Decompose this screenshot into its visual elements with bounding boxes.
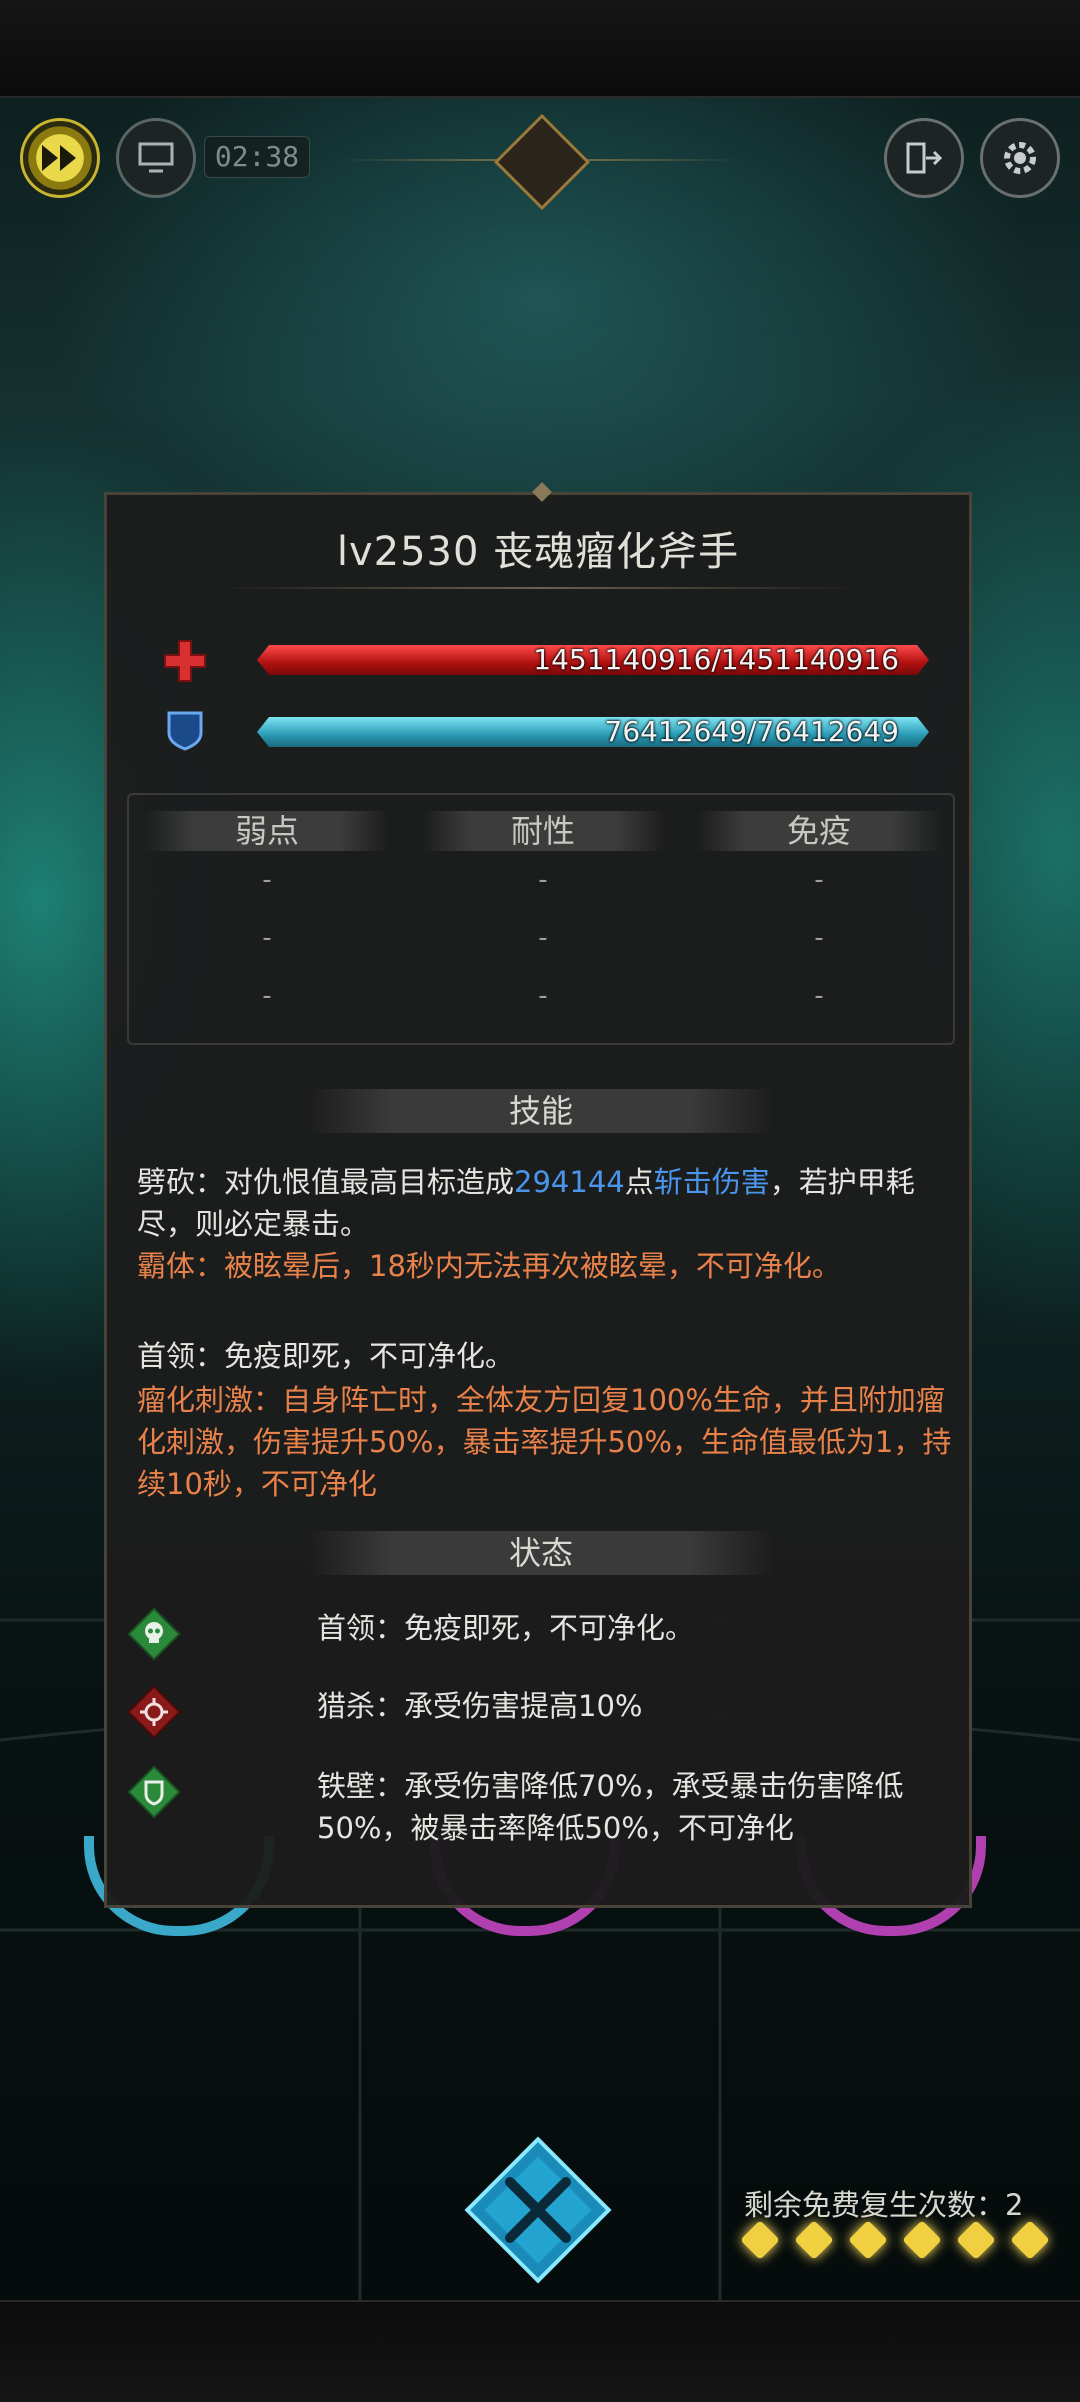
settings-button[interactable] [980,118,1060,198]
energy-dot [740,2220,780,2260]
energy-dot [902,2220,942,2260]
resistance-header: 弱点 [145,811,389,851]
status-text: 铁壁：承受伤害降低70%，承受暴击伤害降低50%，被暴击率降低50%，不可净化 [317,1769,904,1845]
battle-timer: 02:38 [204,136,310,178]
top-frame [0,0,1080,98]
enemy-info-panel: lv2530 丧魂瘤化斧手 1451140916/1451140916 7641… [104,482,972,1908]
skills-header: 技能 [307,1089,775,1133]
skill-damage-number: 294144 [514,1165,625,1199]
skill-tumor-stimulus: 瘤化刺激：自身阵亡时，全体友方回复100%生命，并且附加瘤化刺激，伤害提升50%… [137,1383,952,1501]
fast-forward-button[interactable] [20,118,100,198]
emblem-divider [340,159,500,161]
free-revive-count: 剩余免费复生次数：2 [744,2188,1024,2222]
skill-cleave-mid: 点 [624,1165,654,1199]
energy-dot [794,2220,834,2260]
hp-value: 1451140916/1451140916 [533,643,899,676]
resistance-table: 弱点 - - - 耐性 - - - 免疫 - - - [127,793,955,1045]
skill-superarmor: 霸体：被眩晕后，18秒内无法再次被眩晕，不可净化。 [137,1249,841,1283]
energy-dot [848,2220,888,2260]
resistance-value: - [814,865,824,895]
resistance-value: - [262,865,272,895]
status-header: 状态 [307,1531,775,1575]
status-text: 猎杀：承受伤害提高10% [317,1689,643,1723]
skill-cleave-prefix: 劈砍：对仇恨值最高目标造成 [137,1165,515,1199]
enemy-title: lv2530 丧魂瘤化斧手 [336,529,740,575]
skull-icon [127,1607,181,1661]
hunt-mark-icon [127,1685,181,1739]
resistance-value: - [538,981,548,1011]
skill-cleave: 劈砍：对仇恨值最高目标造成294144点斩击伤害，若护甲耗尽，则必定暴击。 [137,1161,957,1245]
shield-bar: 76412649/76412649 [257,717,929,747]
auto-battle-button[interactable] [116,118,196,198]
resistance-header: 耐性 [421,811,665,851]
resistance-header: 免疫 [697,811,941,851]
energy-dot [1010,2220,1050,2260]
shield-value: 76412649/76412649 [604,715,899,748]
shield-icon [167,711,203,751]
fast-forward-icon [42,145,76,171]
cancel-skill-button[interactable] [448,2120,628,2300]
bottom-frame [0,2300,1080,2402]
emblem-divider [580,159,740,161]
resistance-value: - [814,923,824,953]
gear-icon [1004,142,1036,174]
status-text: 首领：免疫即死，不可净化。 [317,1611,695,1645]
exit-icon [906,142,943,174]
iron-wall-icon [127,1765,181,1819]
hp-bar: 1451140916/1451140916 [257,645,929,675]
resistance-column-immune: 免疫 - - - [681,795,957,1043]
title-divider [219,587,859,589]
resistance-column-weakness: 弱点 - - - [129,795,405,1043]
resistance-value: - [814,981,824,1011]
resistance-column-resist: 耐性 - - - [405,795,681,1043]
skill-damage-type: 斩击伤害 [653,1165,770,1199]
monitor-icon [138,142,174,173]
energy-dot [956,2220,996,2260]
resistance-value: - [538,923,548,953]
health-cross-icon [164,640,206,682]
exit-battle-button[interactable] [884,118,964,198]
skill-boss: 首领：免疫即死，不可净化。 [137,1339,515,1373]
resistance-value: - [262,981,272,1011]
resistance-value: - [262,923,272,953]
resistance-value: - [538,865,548,895]
energy-dots [740,2220,1060,2266]
